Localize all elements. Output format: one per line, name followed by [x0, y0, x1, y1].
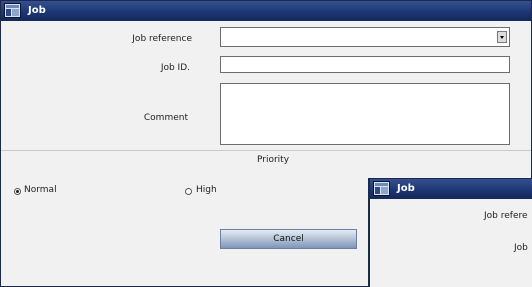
priority-high-radio[interactable]	[185, 188, 192, 195]
cancel-button[interactable]: Cancel	[220, 229, 357, 249]
overlay-job-id-label: Job	[514, 243, 528, 253]
priority-heading: Priority	[257, 155, 290, 165]
priority-normal-label[interactable]: Normal	[24, 185, 57, 195]
priority-normal-radio[interactable]	[14, 188, 21, 195]
job-reference-label: Job reference	[132, 34, 192, 44]
job-id-label: Job ID.	[160, 63, 190, 73]
chevron-down-icon[interactable]	[497, 31, 507, 43]
job-window-titlebar[interactable]: Job	[1, 1, 531, 21]
job-window-title: Job	[28, 5, 46, 16]
job-id-input[interactable]	[220, 56, 510, 73]
job-window-overlay[interactable]: Job Job refere Job	[368, 178, 532, 287]
job-reference-dropdown[interactable]	[220, 27, 510, 47]
overlay-job-reference-label: Job refere	[484, 211, 528, 221]
comment-label: Comment	[143, 113, 188, 123]
comment-textarea[interactable]	[220, 83, 510, 145]
section-divider	[1, 150, 531, 151]
job-window-icon	[373, 181, 390, 196]
overlay-window-titlebar[interactable]: Job	[370, 179, 532, 199]
priority-high-label[interactable]: High	[196, 185, 217, 195]
job-window-icon	[4, 3, 21, 18]
overlay-window-title: Job	[397, 183, 415, 194]
